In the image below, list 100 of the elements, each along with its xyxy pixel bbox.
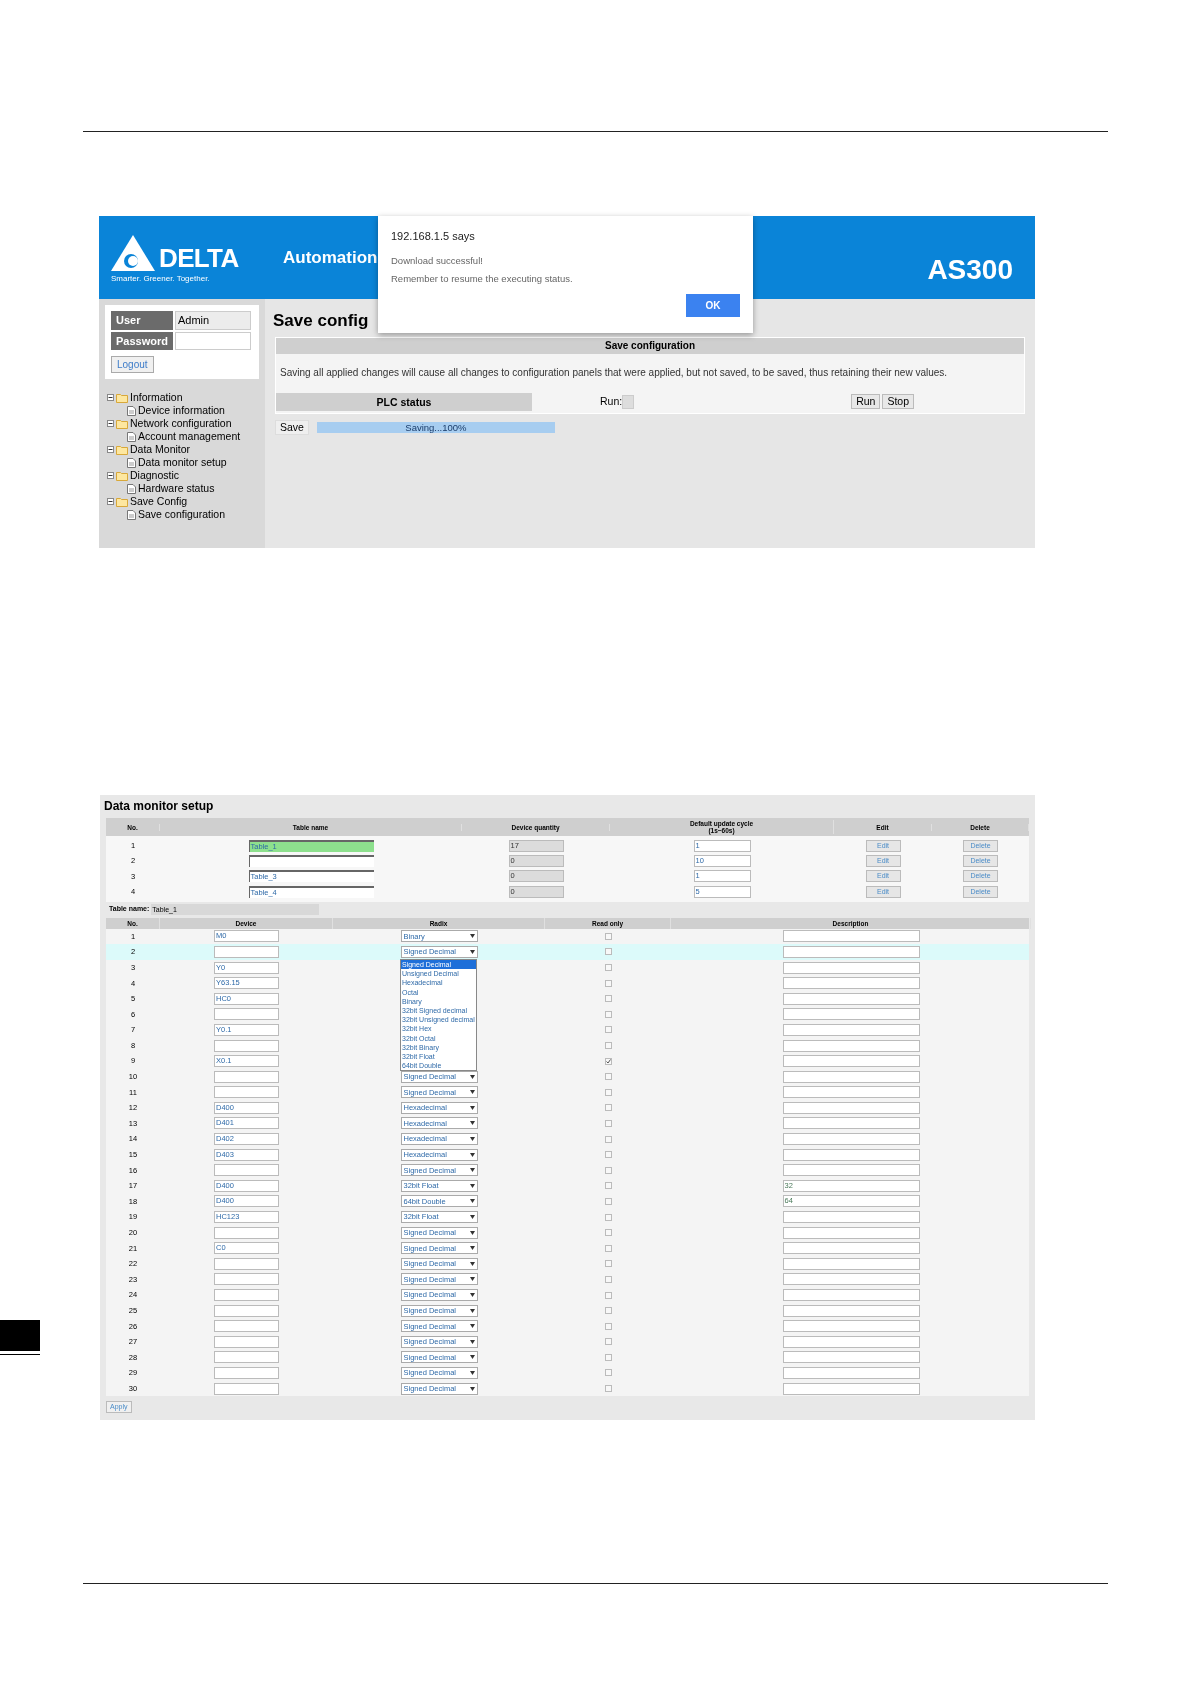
read-only-checkbox[interactable]	[604, 1042, 612, 1049]
collapse-icon[interactable]	[107, 394, 114, 401]
read-only-checkbox[interactable]	[604, 1197, 612, 1205]
device-field[interactable]	[214, 1351, 279, 1364]
device-field[interactable]	[214, 1367, 279, 1379]
description-field[interactable]	[782, 1257, 920, 1270]
device-field[interactable]	[214, 1320, 279, 1333]
device-field[interactable]	[214, 1039, 279, 1052]
read-only-checkbox[interactable]	[604, 1010, 612, 1018]
collapse-icon[interactable]	[107, 498, 114, 505]
description-field[interactable]	[782, 1242, 920, 1255]
read-only-checkbox[interactable]	[604, 1104, 612, 1112]
description-field[interactable]	[782, 1148, 920, 1161]
description-field[interactable]	[782, 1382, 920, 1395]
caret-icon	[469, 1324, 475, 1329]
read-only-checkbox[interactable]	[604, 1369, 612, 1377]
read-only-checkbox[interactable]	[604, 1338, 612, 1346]
description-field[interactable]	[782, 977, 920, 990]
device-field[interactable]	[214, 1008, 279, 1021]
caret-icon	[469, 1090, 475, 1095]
device-field[interactable]	[214, 1289, 279, 1301]
plc-control-button[interactable]: Stop	[882, 394, 914, 409]
description-field[interactable]	[782, 1304, 920, 1317]
description-field[interactable]	[782, 930, 920, 943]
device-field[interactable]	[214, 1335, 279, 1348]
description-field[interactable]	[782, 1320, 920, 1333]
caret-icon	[469, 1293, 475, 1297]
description-field[interactable]	[782, 1133, 920, 1146]
description-field[interactable]	[782, 1335, 920, 1348]
read-only-checkbox[interactable]	[604, 1385, 612, 1393]
save-button[interactable]: Save	[275, 419, 309, 435]
folder-icon	[116, 444, 128, 455]
description-field[interactable]	[782, 992, 920, 1005]
read-only-checkbox[interactable]	[604, 1120, 612, 1127]
read-only-checkbox[interactable]	[604, 1307, 612, 1315]
device-field[interactable]	[214, 945, 279, 958]
description-field[interactable]	[782, 945, 920, 958]
read-only-checkbox[interactable]	[604, 995, 612, 1003]
description-field[interactable]	[782, 1289, 920, 1301]
read-only-checkbox[interactable]	[604, 1073, 612, 1081]
read-only-checkbox[interactable]	[604, 964, 612, 972]
description-field[interactable]	[782, 1351, 920, 1364]
device-field[interactable]	[214, 1273, 279, 1286]
document-icon	[127, 509, 136, 520]
description-field[interactable]	[782, 1273, 920, 1286]
read-only-checkbox[interactable]	[604, 979, 612, 987]
read-only-checkbox[interactable]	[604, 1026, 612, 1034]
run-indicator	[622, 394, 635, 409]
folder-icon	[116, 392, 128, 403]
description-field[interactable]	[782, 1211, 920, 1224]
model-name: AS300	[927, 252, 1013, 287]
description-field[interactable]	[782, 1023, 920, 1036]
user-field[interactable]: Admin	[175, 311, 251, 330]
caret-icon	[469, 1215, 475, 1220]
device-field[interactable]	[214, 1070, 279, 1083]
device-field[interactable]	[214, 1304, 279, 1317]
password-field[interactable]	[175, 331, 251, 350]
collapse-icon[interactable]	[107, 472, 114, 479]
collapse-icon[interactable]	[107, 446, 114, 453]
read-only-checkbox[interactable]	[604, 1353, 612, 1361]
read-only-checkbox[interactable]	[604, 1166, 612, 1174]
description-field[interactable]	[782, 961, 920, 974]
description-field[interactable]	[782, 1055, 920, 1068]
folder-icon	[116, 418, 128, 429]
read-only-checkbox[interactable]	[604, 1088, 612, 1096]
description-field[interactable]	[782, 1039, 920, 1052]
read-only-checkbox[interactable]	[604, 1291, 612, 1299]
read-only-checkbox[interactable]	[604, 1244, 612, 1252]
collapse-icon[interactable]	[107, 420, 114, 427]
read-only-checkbox[interactable]	[604, 932, 612, 940]
read-only-checkbox[interactable]	[604, 1275, 612, 1283]
read-only-checkbox[interactable]	[604, 1260, 612, 1268]
device-field[interactable]	[214, 1382, 279, 1395]
table-name-field[interactable]	[248, 855, 374, 868]
logo-wordmark: DELTA	[159, 244, 239, 271]
read-only-checkbox[interactable]	[604, 1135, 612, 1143]
plc-control-button[interactable]: Run	[851, 394, 881, 409]
description-field[interactable]	[782, 1070, 920, 1083]
caret-icon	[469, 1105, 475, 1110]
description-field[interactable]	[782, 1086, 920, 1099]
device-field[interactable]	[214, 1257, 279, 1270]
logout-button[interactable]: Logout	[111, 356, 154, 373]
read-only-checkbox[interactable]	[604, 1182, 612, 1190]
read-only-checkbox[interactable]	[604, 1057, 612, 1065]
device-field[interactable]	[214, 1164, 279, 1177]
description-field[interactable]	[782, 1117, 920, 1130]
read-only-checkbox[interactable]	[604, 1322, 612, 1330]
read-only-checkbox[interactable]	[604, 1229, 612, 1237]
ok-button[interactable]: OK	[686, 294, 740, 317]
device-field[interactable]	[214, 1226, 279, 1239]
description-field[interactable]	[782, 1367, 920, 1379]
read-only-checkbox[interactable]	[604, 948, 612, 956]
description-field[interactable]	[782, 1164, 920, 1177]
description-field[interactable]	[782, 1226, 920, 1239]
device-field[interactable]	[214, 1086, 279, 1099]
read-only-checkbox[interactable]	[604, 1213, 612, 1221]
field-label: User	[111, 311, 173, 330]
description-field[interactable]	[782, 1101, 920, 1114]
read-only-checkbox[interactable]	[604, 1151, 612, 1159]
description-field[interactable]	[782, 1008, 920, 1021]
